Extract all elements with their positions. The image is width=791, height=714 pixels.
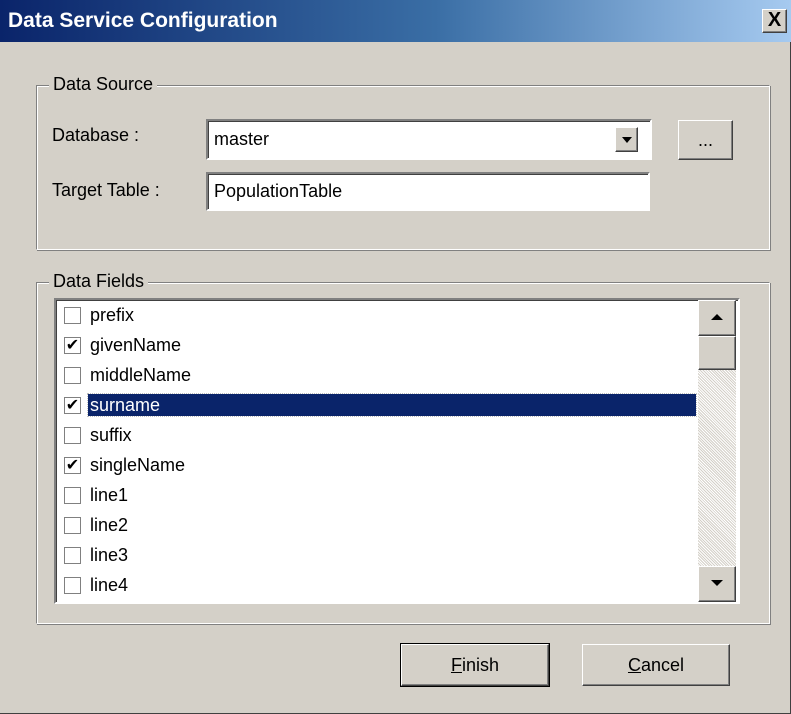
database-dropdown-button[interactable] — [615, 127, 638, 152]
checkbox[interactable] — [64, 517, 81, 534]
scroll-down-button[interactable] — [698, 566, 736, 602]
database-value: master — [214, 129, 270, 149]
database-dropdown[interactable]: master — [206, 119, 652, 160]
arrow-down-icon — [711, 580, 723, 586]
cancel-button[interactable]: Cancel — [582, 644, 730, 686]
list-item-label: middleName — [90, 365, 192, 385]
checkbox[interactable] — [64, 547, 81, 564]
list-item-label: surname — [87, 393, 697, 417]
browse-button[interactable]: ... — [678, 120, 733, 160]
arrow-up-icon — [711, 314, 723, 320]
list-item-label: line1 — [90, 485, 129, 505]
checkbox[interactable]: ✔ — [64, 397, 81, 414]
database-label: Database : — [52, 125, 140, 145]
dialog-window: Data Service Configuration X Data Source… — [0, 0, 791, 714]
scroll-thumb[interactable] — [698, 336, 736, 370]
data-source-group: Data Source — [36, 74, 770, 250]
finish-button-label: Finish — [450, 655, 500, 675]
list-item-label: line4 — [90, 575, 129, 595]
list-item[interactable]: middleName — [62, 364, 696, 386]
list-item-label: singleName — [90, 455, 186, 475]
scroll-up-button[interactable] — [698, 300, 736, 336]
checkbox[interactable] — [64, 367, 81, 384]
checkbox[interactable] — [64, 487, 81, 504]
close-icon: X — [767, 9, 782, 31]
data-source-legend: Data Source — [49, 74, 158, 95]
vertical-scrollbar[interactable] — [698, 300, 736, 602]
list-item-label: line3 — [90, 545, 129, 565]
list-item[interactable]: line3 — [62, 544, 696, 566]
list-item[interactable]: line2 — [62, 514, 696, 536]
list-item[interactable]: suffix — [62, 424, 696, 446]
checkbox[interactable] — [64, 307, 81, 324]
checkbox[interactable] — [64, 427, 81, 444]
checkbox[interactable]: ✔ — [64, 457, 81, 474]
target-table-label: Target Table : — [52, 180, 160, 200]
checkmark-icon: ✔ — [65, 337, 80, 354]
checkbox[interactable]: ✔ — [64, 337, 81, 354]
close-button[interactable]: X — [762, 9, 787, 33]
list-item-label: prefix — [90, 305, 135, 325]
list-item[interactable]: prefix — [62, 304, 696, 326]
target-table-input[interactable]: PopulationTable — [206, 172, 650, 211]
list-item[interactable]: ✔ surname — [62, 393, 697, 417]
checkmark-icon: ✔ — [65, 397, 80, 414]
chevron-down-icon — [622, 137, 632, 143]
cancel-button-label: Cancel — [627, 655, 685, 675]
list-item[interactable]: line1 — [62, 484, 696, 506]
checkmark-icon: ✔ — [65, 457, 80, 474]
data-fields-legend: Data Fields — [49, 271, 149, 292]
window-title: Data Service Configuration — [8, 9, 278, 32]
list-item[interactable]: line4 — [62, 574, 696, 596]
browse-button-label: ... — [697, 130, 713, 150]
title-bar[interactable]: Data Service Configuration X — [0, 0, 791, 42]
checkbox[interactable] — [64, 577, 81, 594]
data-fields-list[interactable]: prefix ✔ givenName middleName ✔ surname suffix… — [54, 298, 740, 604]
list-item-label: givenName — [90, 335, 182, 355]
list-item[interactable]: ✔ singleName — [62, 454, 696, 476]
list-item[interactable]: ✔ givenName — [62, 334, 696, 356]
list-item-label: line2 — [90, 515, 129, 535]
finish-button[interactable]: Finish — [400, 643, 550, 687]
list-item-label: suffix — [90, 425, 132, 445]
target-table-value: PopulationTable — [214, 181, 343, 201]
